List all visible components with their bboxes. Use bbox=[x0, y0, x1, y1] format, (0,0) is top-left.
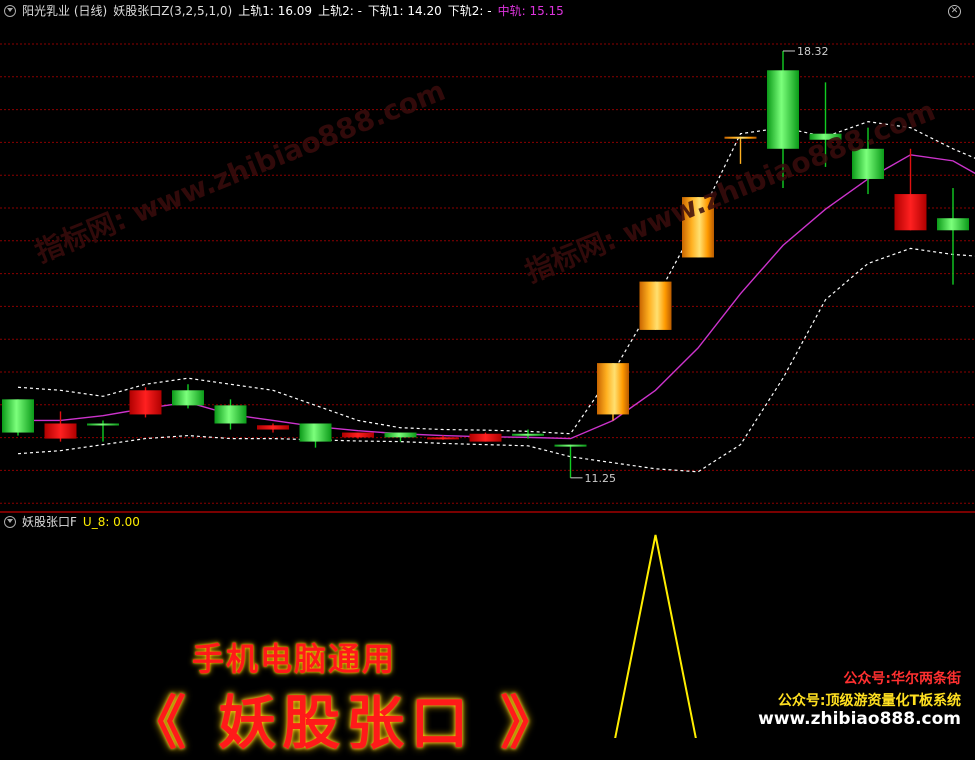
candle-body bbox=[894, 194, 927, 231]
close-icon[interactable]: ✕ bbox=[948, 5, 961, 18]
indicator-name[interactable]: 妖股张口Z(3,2,5,1,0) bbox=[113, 4, 232, 18]
mid-band-line bbox=[18, 154, 975, 440]
main-chart-panel[interactable]: 18.32 11.25 阳光乳业 (日线) 妖股张口Z(3,2,5,1,0) 上轨1:… bbox=[0, 0, 975, 512]
low-price-label: 11.25 bbox=[585, 472, 617, 485]
candle-body bbox=[682, 197, 714, 258]
stock-name: 阳光乳业 (日线) bbox=[22, 4, 108, 18]
candle-body bbox=[214, 405, 247, 424]
candle-body bbox=[809, 133, 842, 140]
sub-indicator-value: U_8: 0.00 bbox=[82, 515, 140, 529]
website-link[interactable]: www.zhibiao888.com bbox=[758, 709, 961, 729]
candle-body bbox=[342, 432, 374, 438]
upper-band-2: 上轨2: - bbox=[318, 4, 362, 18]
candle-body bbox=[172, 390, 204, 406]
wechat-account-1: 公众号:华尔两条街 bbox=[843, 671, 961, 687]
candle-body bbox=[129, 390, 162, 415]
candlestick-chart[interactable]: 18.32 11.25 bbox=[0, 0, 975, 512]
candle-body bbox=[299, 423, 332, 442]
lower-band-2: 下轨2: - bbox=[447, 4, 492, 18]
candle-body bbox=[639, 281, 672, 330]
candle-body bbox=[852, 148, 884, 179]
candle-body bbox=[2, 399, 34, 433]
sub-indicator-name[interactable]: 妖股张口F bbox=[22, 515, 77, 529]
candle-body bbox=[512, 433, 544, 436]
candle-body bbox=[384, 432, 417, 438]
candle-body bbox=[469, 433, 502, 442]
sub-header: 妖股张口F U_8: 0.00 bbox=[0, 511, 975, 533]
candle-body bbox=[724, 136, 757, 139]
indicator-menu-icon[interactable] bbox=[4, 4, 16, 17]
high-price-label: 18.32 bbox=[797, 45, 829, 58]
candle-body bbox=[87, 423, 119, 426]
main-header: 阳光乳业 (日线) 妖股张口Z(3,2,5,1,0) 上轨1: 16.09 上轨2: … bbox=[0, 0, 975, 22]
candle-body bbox=[937, 218, 969, 231]
sub-indicator-menu-icon[interactable] bbox=[4, 515, 16, 528]
promo-line-2: 《 妖股张口 》 bbox=[128, 689, 565, 757]
candle-body bbox=[257, 425, 289, 430]
candle-body bbox=[554, 444, 587, 447]
mid-band: 中轨: 15.15 bbox=[497, 4, 564, 18]
wechat-account-2: 公众号:顶级游资量化T板系统 bbox=[777, 693, 961, 709]
candle-body bbox=[44, 423, 77, 439]
upper-band-1: 上轨1: 16.09 bbox=[238, 4, 313, 18]
upper-band-line bbox=[17, 121, 975, 435]
candle-body bbox=[597, 363, 629, 415]
candle-body bbox=[427, 437, 459, 440]
promo-line-1: 手机电脑通用 bbox=[192, 640, 397, 678]
lower-band-1: 下轨1: 14.20 bbox=[367, 4, 442, 18]
candle-body bbox=[767, 70, 799, 149]
